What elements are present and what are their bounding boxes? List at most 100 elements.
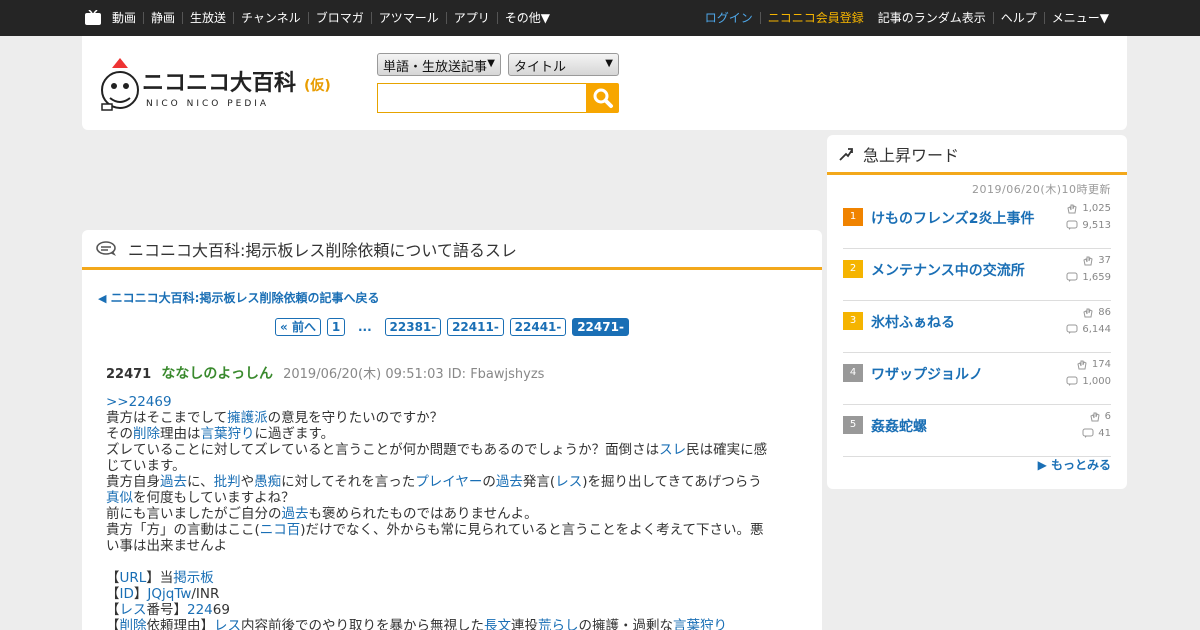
- comment-icon: [1066, 324, 1078, 334]
- res-text: 発言(: [522, 474, 556, 490]
- nav-item[interactable]: チャンネル: [233, 12, 308, 24]
- res-line: 前にも言いましたがご自分の過去も褒められたものではありませんよ。: [106, 506, 796, 522]
- search-input[interactable]: [377, 83, 587, 113]
- res-line: じています。: [106, 458, 796, 474]
- trending-words-panel: 急上昇ワード 2019/06/20(木)10時更新 1 けものフレンズ2炎上事件 1…: [827, 135, 1127, 489]
- keyword-link[interactable]: 過去: [282, 506, 309, 522]
- trending-up-icon: [839, 147, 853, 161]
- pager-prev-button[interactable]: « 前へ: [275, 318, 321, 336]
- nav-item[interactable]: アプリ: [445, 12, 497, 24]
- pager-page-button[interactable]: 22411-: [447, 318, 504, 336]
- res-line: 貴方自身過去に、批判や愚痴に対してそれを言ったプレイヤーの過去発言(レス)を掘り…: [106, 474, 796, 490]
- res-line: 貴方はそこまでして擁護派の意見を守りたいのですか？: [106, 410, 796, 426]
- svg-text:(仮): (仮): [304, 77, 331, 94]
- bbs-panel-header: ニコニコ大百科:掲示板レス削除依頼について語るスレ: [82, 230, 822, 270]
- pager-page-button[interactable]: 22381-: [384, 318, 442, 336]
- res-text: じています。: [106, 458, 186, 474]
- trending-item: 4 ワザップジョルノ 174 1,000: [843, 353, 1111, 405]
- keyword-link[interactable]: スレ: [659, 442, 686, 458]
- mascot-icon: [101, 58, 139, 111]
- comment-icon: [1082, 428, 1094, 438]
- keyword-link[interactable]: レス: [214, 618, 241, 630]
- keyword-link[interactable]: 真似: [106, 490, 133, 506]
- nav-item[interactable]: 静画: [143, 12, 182, 24]
- keyword-link[interactable]: プレイヤー: [415, 474, 482, 490]
- keyword-link[interactable]: 掲示板: [173, 570, 214, 586]
- pager-current-page[interactable]: 22471-: [572, 318, 629, 336]
- res-text: 内容前後でのやり取りを暴から無視した: [241, 618, 484, 630]
- res-text: や: [240, 474, 255, 490]
- rank-badge: 1: [843, 208, 863, 226]
- trending-item-link[interactable]: メンテナンス中の交流所: [871, 260, 1025, 280]
- pager-first-button[interactable]: 1: [326, 318, 346, 336]
- trending-item-link[interactable]: 氷村ふぁねる: [871, 312, 955, 332]
- keyword-link[interactable]: 削除: [120, 618, 147, 630]
- search-type-select[interactable]: 単語・生放送記事 ▼: [377, 53, 501, 76]
- keyword-link[interactable]: ID: [120, 586, 134, 602]
- comment-icon: [1066, 220, 1078, 230]
- keyword-link[interactable]: 224: [187, 602, 213, 618]
- res-line: 貴方「方」の言動はここ(ニコ百)だけでなく、外からも常に見られていると言うことを…: [106, 522, 796, 538]
- trending-item: 2 メンテナンス中の交流所 37 1,659: [843, 249, 1111, 301]
- login-link[interactable]: ログイン: [698, 12, 760, 24]
- nicopedia-logo[interactable]: ニコニコ大百科 (仮) NICO NICO PEDIA: [98, 56, 348, 114]
- res-date: 2019/06/20(木) 09:51:03 ID: Fbawjshyzs: [283, 367, 545, 382]
- res-text: の擁護・過剰な: [578, 618, 674, 630]
- nav-item[interactable]: 生放送: [182, 12, 233, 24]
- search-field-select[interactable]: タイトル ▼: [508, 53, 619, 76]
- trending-header: 急上昇ワード: [827, 135, 1127, 175]
- clap-icon: [1090, 412, 1100, 422]
- niconico-tv-icon[interactable]: [84, 10, 102, 26]
- trending-item-link[interactable]: ワザップジョルノ: [871, 364, 983, 384]
- res-text: 【: [106, 586, 120, 602]
- hit-count-value: 1,025: [1082, 203, 1111, 214]
- keyword-link[interactable]: 過去: [160, 474, 187, 490]
- nav-item[interactable]: メニュー▼: [1043, 12, 1116, 24]
- clap-icon: [1083, 308, 1093, 318]
- trending-item: 3 氷村ふぁねる 86 6,144: [843, 301, 1111, 353]
- keyword-link[interactable]: 擁護派: [227, 410, 268, 426]
- keyword-link[interactable]: 批判: [214, 474, 241, 490]
- rank-badge: 2: [843, 260, 863, 278]
- keyword-link[interactable]: URL: [120, 570, 147, 586]
- keyword-link[interactable]: 言葉狩り: [201, 426, 255, 442]
- res-text: 理由は: [160, 426, 201, 442]
- res-text: に、: [187, 474, 214, 490]
- register-link[interactable]: ニコニコ会員登録: [759, 12, 871, 24]
- bbs-panel: ニコニコ大百科:掲示板レス削除依頼について語るスレ ◀ ニコニコ大百科:掲示板レ…: [82, 230, 822, 630]
- nav-item[interactable]: その他▼: [496, 12, 557, 24]
- trending-item-link[interactable]: けものフレンズ2炎上事件: [871, 208, 1034, 228]
- keyword-link[interactable]: 荒らし: [538, 618, 579, 630]
- nav-item[interactable]: ブロマガ: [307, 12, 371, 24]
- nav-item[interactable]: ヘルプ: [992, 12, 1044, 24]
- clap-icon: [1067, 204, 1077, 214]
- res-text: 前にも言いましたがご自分の: [106, 506, 282, 522]
- res-text: の意見を守りたいのですか？: [267, 410, 444, 426]
- comment-count-value: 6,144: [1082, 324, 1111, 335]
- dropdown-arrow-icon: ▼: [487, 58, 495, 69]
- res-text: 依頼理由】: [146, 618, 215, 630]
- keyword-link[interactable]: JQjqTw: [147, 586, 191, 602]
- res-text: その: [106, 426, 133, 442]
- trending-item-link[interactable]: 姦姦蛇螺: [871, 416, 927, 436]
- comment-count: 41: [1082, 428, 1111, 439]
- keyword-link[interactable]: 削除: [133, 426, 160, 442]
- keyword-link[interactable]: レス: [555, 474, 582, 490]
- search-button[interactable]: [586, 83, 619, 113]
- keyword-link[interactable]: 過去: [496, 474, 523, 490]
- more-trending-link[interactable]: ▶ もっとみる: [1038, 456, 1111, 473]
- nav-item[interactable]: アツマール: [370, 12, 446, 24]
- res-number[interactable]: 22471: [106, 367, 151, 382]
- keyword-link[interactable]: >>22469: [106, 394, 172, 410]
- rank-badge: 4: [843, 364, 863, 382]
- pager-page-button[interactable]: 22441-: [509, 318, 567, 336]
- keyword-link[interactable]: 愚痴: [254, 474, 281, 490]
- keyword-link[interactable]: ニコ百: [260, 522, 301, 538]
- back-to-article-link[interactable]: ◀ ニコニコ大百科:掲示板レス削除依頼の記事へ戻る: [98, 289, 379, 306]
- keyword-link[interactable]: 言葉狩り: [673, 618, 727, 630]
- keyword-link[interactable]: 長文: [484, 618, 511, 630]
- nav-item[interactable]: 動画: [105, 12, 143, 24]
- hit-count-value: 174: [1091, 359, 1111, 370]
- keyword-link[interactable]: レス: [120, 602, 147, 618]
- nav-item[interactable]: 記事のランダム表示: [871, 12, 993, 24]
